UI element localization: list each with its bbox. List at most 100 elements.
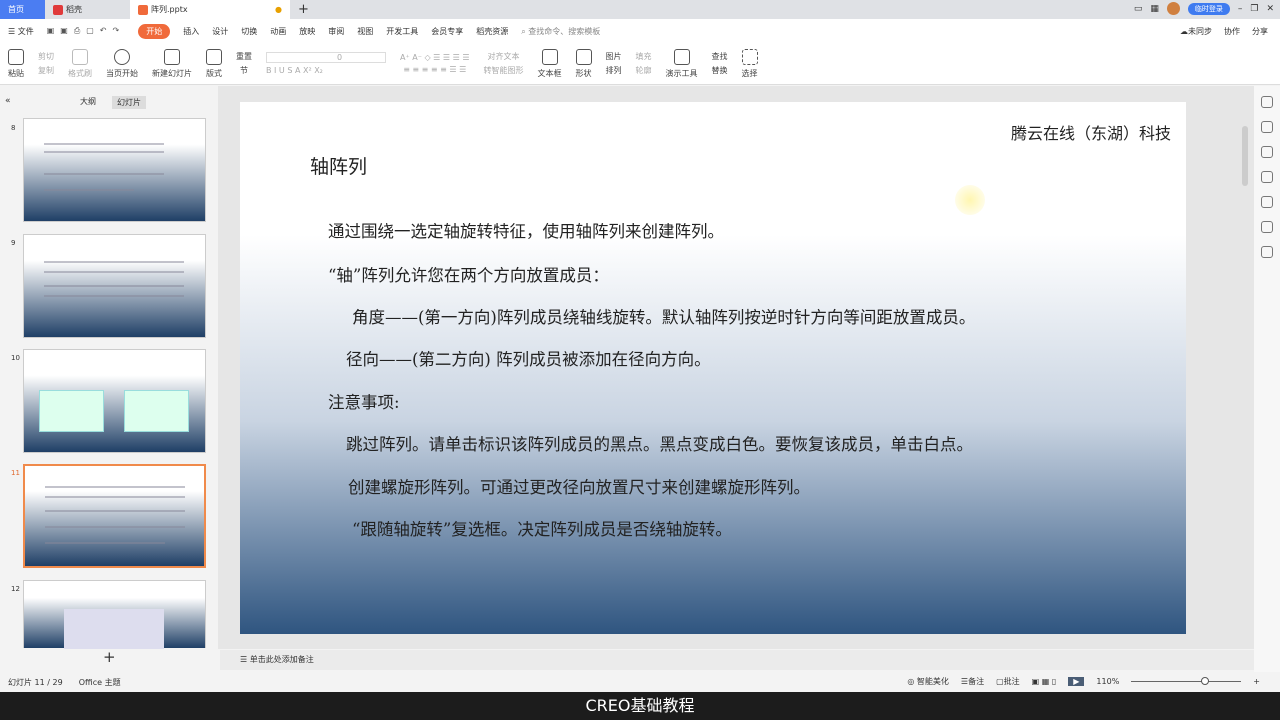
- arrange-button[interactable]: 排列: [606, 65, 622, 76]
- menu-animation[interactable]: 动画: [270, 26, 286, 37]
- slide-thumbnail[interactable]: [23, 234, 206, 338]
- textbox-button[interactable]: 文本框: [538, 48, 562, 79]
- font-size-select[interactable]: 0: [266, 52, 386, 63]
- new-tab-button[interactable]: +: [290, 0, 317, 19]
- sidebar-tool-icon[interactable]: [1261, 121, 1273, 133]
- slide-thumbnail-selected[interactable]: [23, 464, 206, 568]
- tab-docer[interactable]: 稻壳: [45, 0, 130, 19]
- add-slide-button[interactable]: +: [103, 648, 116, 666]
- paragraph-buttons[interactable]: A⁺ A⁻ ◇ ☰ ☰ ☰ ☰ ≡ ≡ ≡ ≡ ≡ ☰ ☰: [400, 53, 470, 74]
- menu-design[interactable]: 设计: [212, 26, 228, 37]
- sidebar-tool-icon[interactable]: [1261, 146, 1273, 158]
- label: 格式刷: [68, 68, 92, 78]
- right-sidebar: [1254, 86, 1280, 672]
- slide-number: 12: [11, 585, 20, 593]
- slide[interactable]: 腾云在线（东湖）科技 轴阵列 通过围绕一选定轴旋转特征，使用轴阵列来创建阵列。 …: [240, 102, 1186, 634]
- zoom-in-button[interactable]: +: [1253, 677, 1260, 686]
- format-painter-button[interactable]: 格式刷: [68, 48, 92, 79]
- layout-icon[interactable]: ▭: [1134, 4, 1143, 14]
- file-menu[interactable]: ☰ 文件: [8, 26, 34, 37]
- menu-slideshow[interactable]: 放映: [299, 26, 315, 37]
- body-line: 径向——(第二方向) 阵列成员被添加在径向方向。: [346, 350, 711, 369]
- outline-button[interactable]: 轮廓: [636, 65, 652, 76]
- comment-button[interactable]: ▢批注: [996, 676, 1020, 687]
- menu-view[interactable]: 视图: [357, 26, 373, 37]
- replace-button[interactable]: 替换: [712, 65, 728, 76]
- label: 选择: [741, 68, 758, 78]
- menu-developer[interactable]: 开发工具: [386, 26, 418, 37]
- sidebar-tool-icon[interactable]: [1261, 221, 1273, 233]
- align-text-button[interactable]: 对齐文本: [488, 51, 520, 62]
- paste-button[interactable]: 粘贴: [8, 48, 24, 79]
- select-button[interactable]: 选择: [741, 48, 758, 79]
- theme-name: Office 主题: [78, 677, 121, 687]
- tab-slides[interactable]: 幻灯片: [112, 96, 146, 109]
- login-button[interactable]: 临时登录: [1187, 2, 1230, 15]
- cut-button[interactable]: 剪切: [38, 51, 54, 62]
- zoom-level[interactable]: 110%: [1096, 677, 1119, 686]
- view-buttons[interactable]: ▣ ▦ ▯: [1032, 677, 1057, 686]
- sidebar-tool-icon[interactable]: [1261, 171, 1273, 183]
- menu-docer-resources[interactable]: 稻壳资源: [476, 26, 508, 37]
- slide-canvas-area: 腾云在线（东湖）科技 轴阵列 通过围绕一选定轴旋转特征，使用轴阵列来创建阵列。 …: [218, 86, 1254, 649]
- menu-home[interactable]: 开始: [138, 23, 171, 39]
- close-button[interactable]: ✕: [1266, 4, 1274, 14]
- tab-outline[interactable]: 大纲: [80, 96, 96, 109]
- reset-button[interactable]: 重置: [236, 51, 252, 62]
- unsaved-dot-icon: ●: [275, 5, 282, 14]
- sidebar-tool-icon[interactable]: [1261, 196, 1273, 208]
- notes-placeholder: 单击此处添加备注: [249, 655, 314, 664]
- sync-button[interactable]: ☁未同步: [1180, 26, 1212, 37]
- sidebar-tool-icon[interactable]: [1261, 96, 1273, 108]
- zoom-slider[interactable]: [1131, 677, 1242, 685]
- fill-button[interactable]: 填充: [636, 51, 652, 62]
- menu-member[interactable]: 会员专享: [431, 26, 463, 37]
- layout-button[interactable]: 版式: [206, 48, 222, 79]
- label: 当页开始: [106, 68, 138, 78]
- presenter-tools-button[interactable]: 演示工具: [666, 48, 698, 79]
- slide-number: 11: [11, 469, 20, 477]
- slide-thumbnail[interactable]: [23, 349, 206, 453]
- notes-pane[interactable]: ☰ 单击此处添加备注: [220, 650, 1254, 670]
- new-slide-button[interactable]: 新建幻灯片: [152, 48, 192, 79]
- menu-bar: ☰ 文件 ▣▣⎙▢↶↷ 开始 插入 设计 切换 动画 放映 审阅 视图 开发工具…: [0, 19, 1280, 43]
- search-placeholder: 查找命令、搜索模板: [528, 26, 601, 36]
- restore-button[interactable]: ❐: [1250, 4, 1258, 14]
- vertical-scrollbar[interactable]: [1242, 126, 1248, 186]
- body-line: “轴”阵列允许您在两个方向放置成员：: [328, 266, 609, 285]
- menu-transitions[interactable]: 切换: [241, 26, 257, 37]
- beautify-button[interactable]: ◎ 智能美化: [907, 676, 949, 687]
- share-button[interactable]: 分享: [1252, 26, 1268, 37]
- font-format-buttons[interactable]: B I U S A X² X₂: [266, 66, 323, 75]
- collab-button[interactable]: 协作: [1224, 26, 1240, 37]
- minimize-button[interactable]: –: [1238, 4, 1243, 14]
- quick-access-icons[interactable]: ▣▣⎙▢↶↷: [47, 26, 125, 36]
- section-button[interactable]: 节: [240, 65, 248, 76]
- sidebar-tool-icon[interactable]: [1261, 246, 1273, 258]
- notes-toggle[interactable]: ☰备注: [961, 676, 984, 687]
- body-line: 注意事项:: [328, 393, 400, 412]
- tab-document[interactable]: 阵列.pptx ●: [130, 0, 290, 19]
- menu-insert[interactable]: 插入: [183, 26, 199, 37]
- play-from-current-button[interactable]: 当页开始: [106, 48, 138, 79]
- smartart-button[interactable]: 转智能图形: [484, 65, 524, 76]
- slide-counter: 幻灯片 11 / 29: [8, 677, 63, 687]
- menu-review[interactable]: 审阅: [328, 26, 344, 37]
- copy-button[interactable]: 复制: [38, 65, 54, 76]
- slide-thumbnail[interactable]: [23, 118, 206, 222]
- collapse-panel-icon[interactable]: «: [5, 96, 11, 106]
- slide-thumbnail[interactable]: [23, 580, 206, 649]
- video-caption: CREO基础教程: [0, 692, 1280, 720]
- search-command[interactable]: ⌕ 查找命令、搜索模板: [521, 26, 600, 37]
- tab-home[interactable]: 首页: [0, 0, 45, 19]
- avatar[interactable]: [1166, 2, 1180, 15]
- slide-panel: « 大纲 幻灯片 8 9 10 11 12 +: [0, 86, 218, 672]
- label: 粘贴: [8, 68, 24, 78]
- find-button[interactable]: 查找: [712, 51, 728, 62]
- picture-button[interactable]: 图片: [606, 51, 622, 62]
- label: 新建幻灯片: [152, 68, 192, 78]
- apps-icon[interactable]: ▦: [1150, 4, 1159, 14]
- shape-button[interactable]: 形状: [575, 48, 592, 79]
- docer-icon: [53, 4, 63, 15]
- play-button[interactable]: ▶: [1068, 677, 1085, 686]
